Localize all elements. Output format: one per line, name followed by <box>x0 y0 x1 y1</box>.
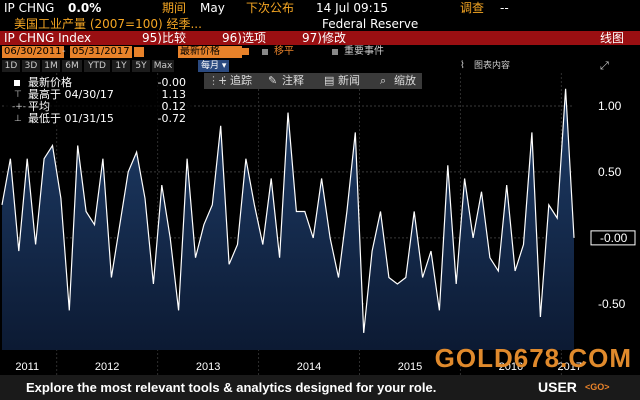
square-icon <box>332 49 338 55</box>
calendar-icon[interactable] <box>134 47 144 57</box>
x-tick-label: 2015 <box>398 361 422 373</box>
compare-num: 95) <box>142 31 162 45</box>
security-index[interactable]: IP CHNG Index <box>4 31 91 45</box>
news-icon[interactable]: ▤ <box>324 73 334 89</box>
command-bar: IP CHNG Index 95) 比较 96) 选项 97) 修改 线图 <box>0 31 640 45</box>
end-date-input[interactable]: 05/31/2017 <box>70 46 132 58</box>
range-max[interactable]: Max <box>152 60 174 72</box>
user-label[interactable]: USER <box>538 375 577 400</box>
survey-value: -- <box>500 1 509 15</box>
range-6m[interactable]: 6M <box>62 60 82 72</box>
banner-text: Explore the most relevant tools & analyt… <box>26 380 437 395</box>
options-button[interactable]: 选项 <box>242 31 266 45</box>
edit-button[interactable]: 修改 <box>322 31 346 45</box>
crosshair-icon[interactable]: + <box>218 73 227 89</box>
date-toolbar: 06/30/2011 - 05/31/2017 最新价格 移平 重要事件 <box>0 45 640 59</box>
annotate-tool[interactable]: 注释 <box>282 73 304 89</box>
frequency-select[interactable]: 每月 ▾ <box>198 60 230 72</box>
zoom-tool[interactable]: 缩放 <box>394 73 416 89</box>
y-tick-label: -0.50 <box>598 297 626 311</box>
legend-row-low: ⊥ 最低于 01/31/15 -0.72 <box>6 113 192 125</box>
edit-num: 97) <box>302 31 322 45</box>
promo-banner[interactable]: Explore the most relevant tools & analyt… <box>0 375 640 400</box>
square-icon <box>262 49 268 55</box>
options-num: 96) <box>222 31 242 45</box>
legend-label: 最低于 01/31/15 <box>28 112 114 125</box>
period-value: May <box>200 1 225 15</box>
range-toolbar: 1D 3D 1M 6M YTD 1Y 5Y Max 每月 ▾ ⌇ 图表内容 ⤢ <box>0 59 640 73</box>
range-1d[interactable]: 1D <box>2 60 20 72</box>
y-tick-label: 0.50 <box>598 165 622 179</box>
survey-label: 调查 <box>460 1 485 15</box>
range-3d[interactable]: 3D <box>22 60 40 72</box>
start-date-input[interactable]: 06/30/2011 <box>2 46 64 58</box>
ticker-symbol: IP CHNG <box>4 1 55 15</box>
range-ytd[interactable]: YTD <box>84 60 110 72</box>
checkbox-icon[interactable] <box>242 48 249 55</box>
pencil-icon[interactable]: ✎ <box>268 73 277 89</box>
series-title: 美国工业产量 (2007=100) 经季... <box>14 17 202 31</box>
header-row-title: 美国工业产量 (2007=100) 经季... Federal Reserve <box>0 17 640 31</box>
range-5y[interactable]: 5Y <box>132 60 150 72</box>
zoom-icon[interactable]: ⌕ <box>380 73 386 89</box>
x-tick-label: 2012 <box>95 361 119 373</box>
last-value-tag-text: -0.00 <box>600 231 628 245</box>
latest-price-select[interactable]: 最新价格 <box>178 46 242 58</box>
legend-value: -0.72 <box>157 112 186 125</box>
go-label[interactable]: <GO> <box>585 375 610 400</box>
table-content-label[interactable]: 图表内容 <box>474 59 510 73</box>
low-marker-icon: ⊥ <box>14 114 22 124</box>
key-events-toggle[interactable]: 重要事件 <box>344 45 384 59</box>
compare-button[interactable]: 比较 <box>162 31 186 45</box>
watermark-logo: GOLD678.COM <box>434 343 632 373</box>
track-tool[interactable]: 追踪 <box>230 73 252 89</box>
header-row-ticker: IP CHNG 0.0% 期间 May 下次公布 14 Jul 09:15 调查… <box>0 0 640 17</box>
period-label: 期间 <box>162 1 187 15</box>
x-tick-label: 2011 <box>15 361 39 373</box>
y-tick-label: 1.00 <box>598 99 622 113</box>
average-marker-icon: -+- <box>12 102 27 112</box>
chart-type-button[interactable]: 线图 <box>600 31 624 45</box>
high-marker-icon: ⊤ <box>14 90 22 100</box>
next-release-label: 下次公布 <box>246 1 295 15</box>
chart-tools-panel: ⋮⋮ + 追踪 ✎ 注释 ▤ 新闻 ⌕ 缩放 <box>204 73 422 89</box>
settings-icon[interactable]: ⤢ <box>600 59 609 73</box>
frequency-label: 每月 <box>201 61 220 71</box>
next-release-value: 14 Jul 09:15 <box>316 1 388 15</box>
x-tick-label: 2013 <box>196 361 220 373</box>
date-separator: - <box>62 46 66 57</box>
chart-legend: 最新价格 -0.00 ⊤ 最高于 04/30/17 1.13 -+- 平均 0.… <box>6 77 192 129</box>
moving-average-toggle[interactable]: 移平 <box>274 45 294 59</box>
range-1y[interactable]: 1Y <box>112 60 130 72</box>
legend-swatch-icon <box>14 80 20 86</box>
news-tool[interactable]: 新闻 <box>338 73 360 89</box>
x-tick-label: 2014 <box>297 361 321 373</box>
source-name: Federal Reserve <box>322 17 419 31</box>
chevron-down-icon: ▾ <box>221 61 227 71</box>
chart-area[interactable]: 1.000.500.00-0.50 2011201220132014201520… <box>0 73 640 375</box>
last-value: 0.0% <box>68 1 102 15</box>
range-1m[interactable]: 1M <box>42 60 60 72</box>
chart-icon[interactable]: ⌇ <box>460 59 465 73</box>
